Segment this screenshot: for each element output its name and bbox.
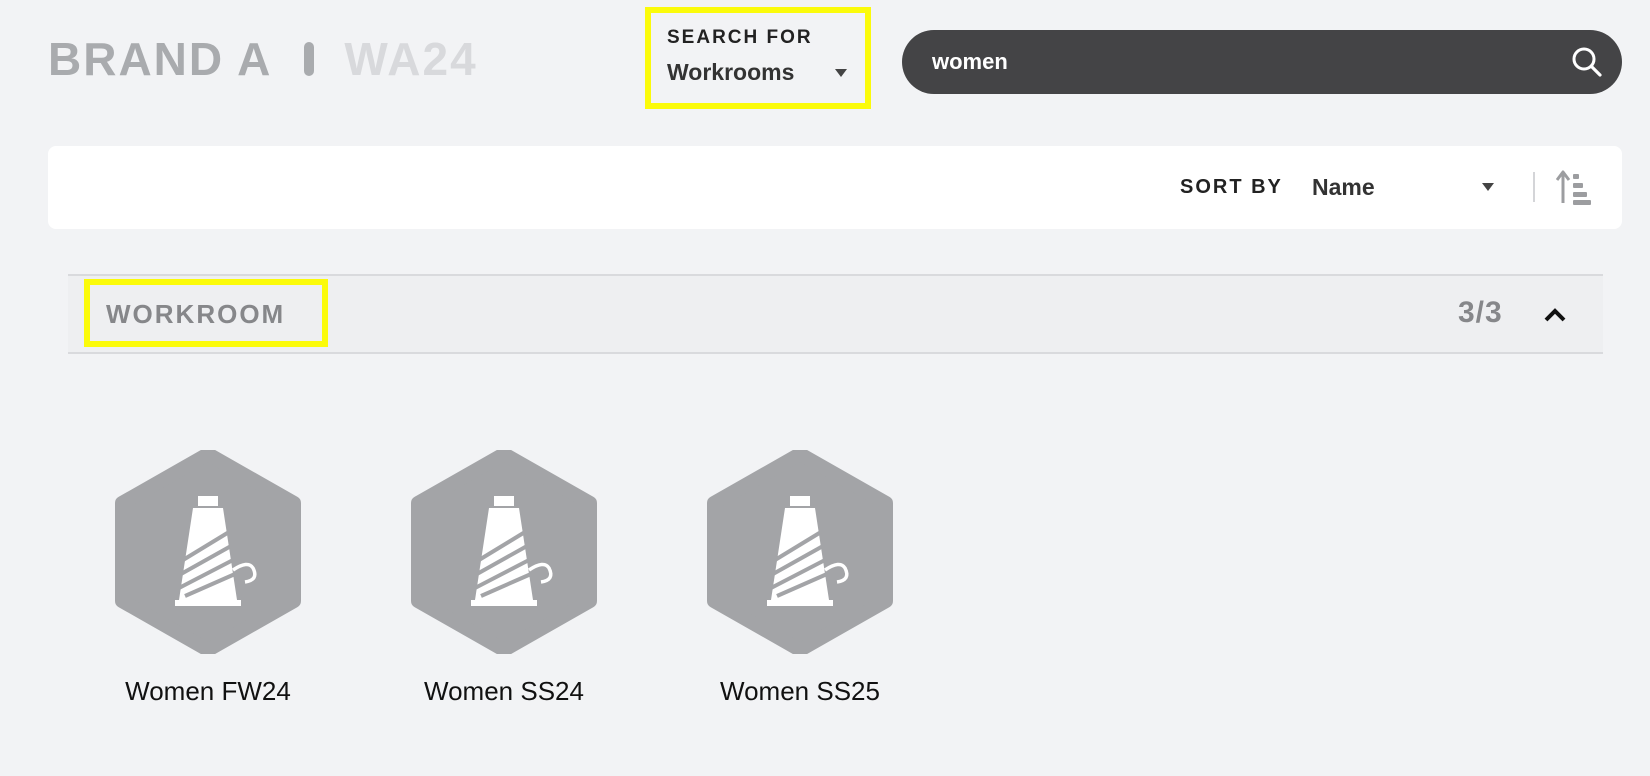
caret-down-icon <box>835 68 847 77</box>
workroom-card[interactable]: Women FW24 <box>98 450 318 710</box>
workroom-section-header: WORKROOM 3/3 <box>68 274 1603 354</box>
section-count: 3/3 <box>1458 296 1503 329</box>
sort-order-icon[interactable] <box>1556 168 1592 206</box>
section-title: WORKROOM <box>84 279 328 347</box>
chevron-up-icon[interactable] <box>1540 302 1570 328</box>
workroom-name: Women FW24 <box>125 676 291 706</box>
thread-spool-icon <box>707 450 893 654</box>
search-icon[interactable] <box>1570 45 1604 79</box>
workroom-card[interactable]: Women SS25 <box>690 450 910 710</box>
sort-by-value: Name <box>1312 173 1375 200</box>
thread-spool-icon <box>411 450 597 654</box>
search-for-dropdown[interactable]: SEARCH FOR Workrooms <box>645 7 871 109</box>
sort-by-label: SORT BY <box>1180 176 1283 198</box>
workroom-name: Women SS24 <box>424 676 584 706</box>
season-name: WA24 <box>344 33 478 85</box>
thread-spool-icon <box>115 450 301 654</box>
workroom-name: Women SS25 <box>720 676 880 706</box>
brand-header: BRAND A WA24 <box>48 32 478 86</box>
workroom-card[interactable]: Women SS24 <box>394 450 614 710</box>
search-bar[interactable] <box>902 30 1622 94</box>
search-for-label: SEARCH FOR <box>667 27 813 48</box>
brand-separator <box>304 42 315 76</box>
caret-down-icon <box>1482 183 1494 191</box>
sort-by-dropdown[interactable]: Name <box>1312 172 1498 202</box>
brand-name: BRAND A <box>48 33 273 85</box>
sort-bar: SORT BY Name <box>48 146 1622 229</box>
search-for-select[interactable]: Workrooms <box>667 59 851 86</box>
search-input[interactable] <box>932 49 1570 75</box>
search-for-value: Workrooms <box>667 59 795 85</box>
sort-divider <box>1533 172 1535 202</box>
